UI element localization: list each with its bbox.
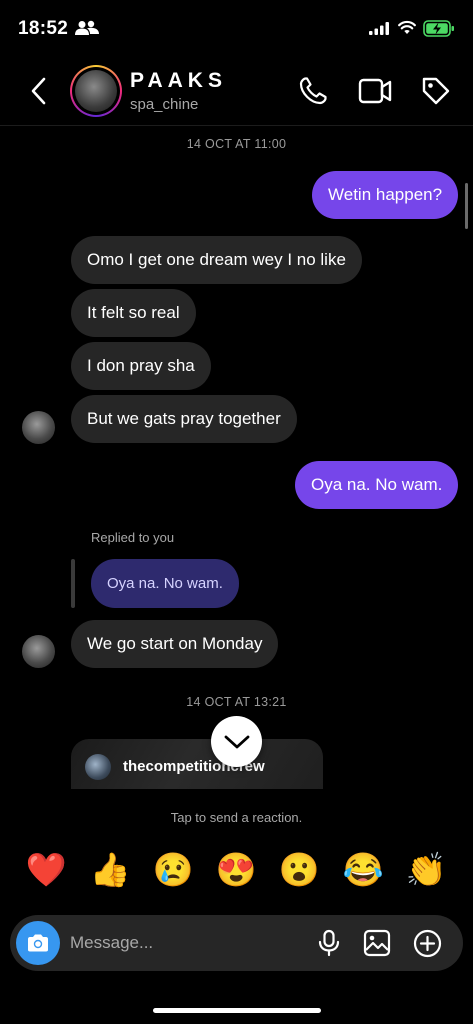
heart-eyes-reaction[interactable]: 😍 — [214, 848, 258, 892]
crying-reaction[interactable]: 😢 — [151, 848, 195, 892]
quick-reactions: ❤️ 👍 😢 😍 😮 😂 👏 — [0, 848, 473, 896]
sender-avatar[interactable] — [22, 635, 55, 668]
chevron-down-icon — [224, 735, 249, 748]
sender-avatar[interactable] — [22, 411, 55, 444]
scrollbar[interactable] — [465, 183, 468, 229]
clapping-reaction[interactable]: 👏 — [404, 848, 448, 892]
reply-label: Replied to you — [91, 530, 175, 545]
shared-post[interactable]: thecompetitioncrew — [71, 739, 323, 789]
reaction-hint: Tap to send a reaction. — [170, 810, 303, 825]
quoted-message[interactable]: Oya na. No wam. — [91, 559, 239, 608]
surprised-reaction[interactable]: 😮 — [277, 848, 321, 892]
reply-quote-bar — [71, 559, 75, 608]
contact-handle[interactable]: spa_chine — [130, 96, 198, 113]
people-icon — [75, 20, 99, 35]
home-indicator[interactable] — [153, 1008, 321, 1013]
laughing-reaction[interactable]: 😂 — [341, 848, 385, 892]
heart-reaction[interactable]: ❤️ — [24, 848, 68, 892]
message-bubble-incoming[interactable]: We go start on Monday — [71, 620, 279, 668]
signal-icon — [369, 22, 389, 35]
back-icon[interactable] — [28, 76, 50, 106]
message-bubble-incoming[interactable]: But we gats pray together — [71, 395, 297, 443]
timestamp: 14 OCT AT 11:00 — [186, 137, 287, 151]
message-bubble-incoming[interactable]: It felt so real — [71, 289, 196, 337]
contact-avatar[interactable] — [70, 65, 122, 117]
video-icon[interactable] — [358, 76, 392, 106]
contact-name[interactable]: PAAKS — [130, 69, 227, 93]
mic-icon[interactable] — [316, 929, 342, 957]
message-bubble-incoming[interactable]: I don pray sha — [71, 342, 211, 390]
tag-icon[interactable] — [421, 76, 451, 106]
message-bubble-incoming[interactable]: Omo I get one dream wey I no like — [71, 236, 362, 284]
chat-header: PAAKS spa_chine — [0, 58, 473, 126]
thumbs-up-reaction[interactable]: 👍 — [88, 848, 132, 892]
message-bubble-outgoing[interactable]: Wetin happen? — [312, 171, 459, 219]
wifi-icon — [398, 20, 416, 34]
message-input[interactable] — [70, 923, 300, 963]
post-author-avatar — [85, 754, 111, 780]
scroll-to-bottom-button[interactable] — [211, 716, 262, 767]
status-time: 18:52 — [18, 18, 69, 39]
camera-icon — [28, 934, 48, 952]
add-icon[interactable] — [413, 929, 442, 958]
battery-charging-icon — [423, 20, 454, 37]
status-bar: 18:52 — [0, 0, 473, 58]
message-bubble-outgoing[interactable]: Oya na. No wam. — [295, 461, 459, 509]
gallery-icon[interactable] — [363, 929, 391, 957]
camera-button[interactable] — [16, 921, 60, 965]
message-composer — [10, 915, 463, 971]
timestamp: 14 OCT AT 13:21 — [186, 695, 287, 709]
phone-icon[interactable] — [298, 76, 328, 106]
